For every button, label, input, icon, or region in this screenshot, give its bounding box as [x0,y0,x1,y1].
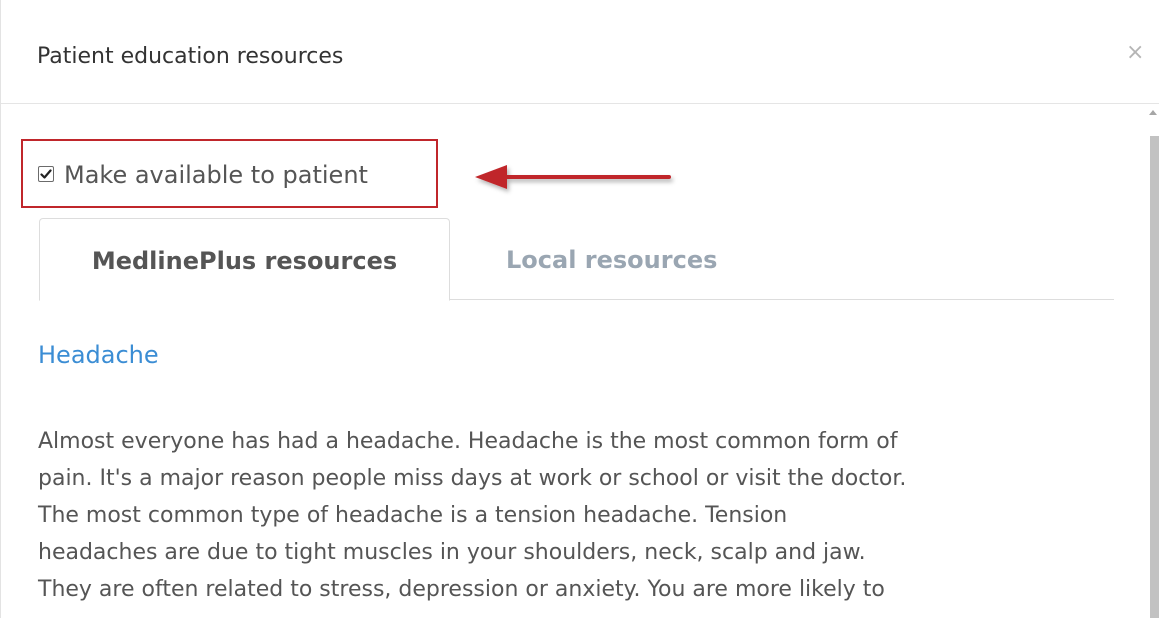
tab-label: Local resources [506,246,718,274]
close-icon[interactable]: × [1126,38,1144,68]
scroll-up-arrow-icon[interactable] [1149,110,1157,115]
dialog-header: Patient education resources × [1,0,1159,104]
tab-local-resources[interactable]: Local resources [450,218,830,298]
resource-description: Almost everyone has had a headache. Head… [38,423,1138,608]
tabs-divider [449,299,1114,300]
left-arrow-icon [471,160,681,204]
scrollbar-thumb[interactable] [1150,136,1159,618]
tab-label: MedlinePlus resources [91,247,398,275]
checkmark-icon [40,169,52,179]
dialog-title: Patient education resources [37,44,344,69]
make-available-label[interactable]: Make available to patient [64,158,368,192]
text-line: They are often related to stress, depres… [38,577,885,602]
text-line: headaches are due to tight muscles in yo… [38,540,866,565]
vertical-scrollbar[interactable] [1146,104,1159,618]
tab-medlineplus-resources[interactable]: MedlinePlus resources [39,218,450,301]
make-available-checkbox[interactable] [38,166,54,182]
resource-title-link[interactable]: Headache [38,338,159,372]
text-line: pain. It's a major reason people miss da… [38,466,907,491]
text-line: The most common type of headache is a te… [38,503,788,528]
text-line: Almost everyone has had a headache. Head… [38,429,898,454]
patient-education-dialog: Patient education resources × Make avail… [0,0,1159,618]
